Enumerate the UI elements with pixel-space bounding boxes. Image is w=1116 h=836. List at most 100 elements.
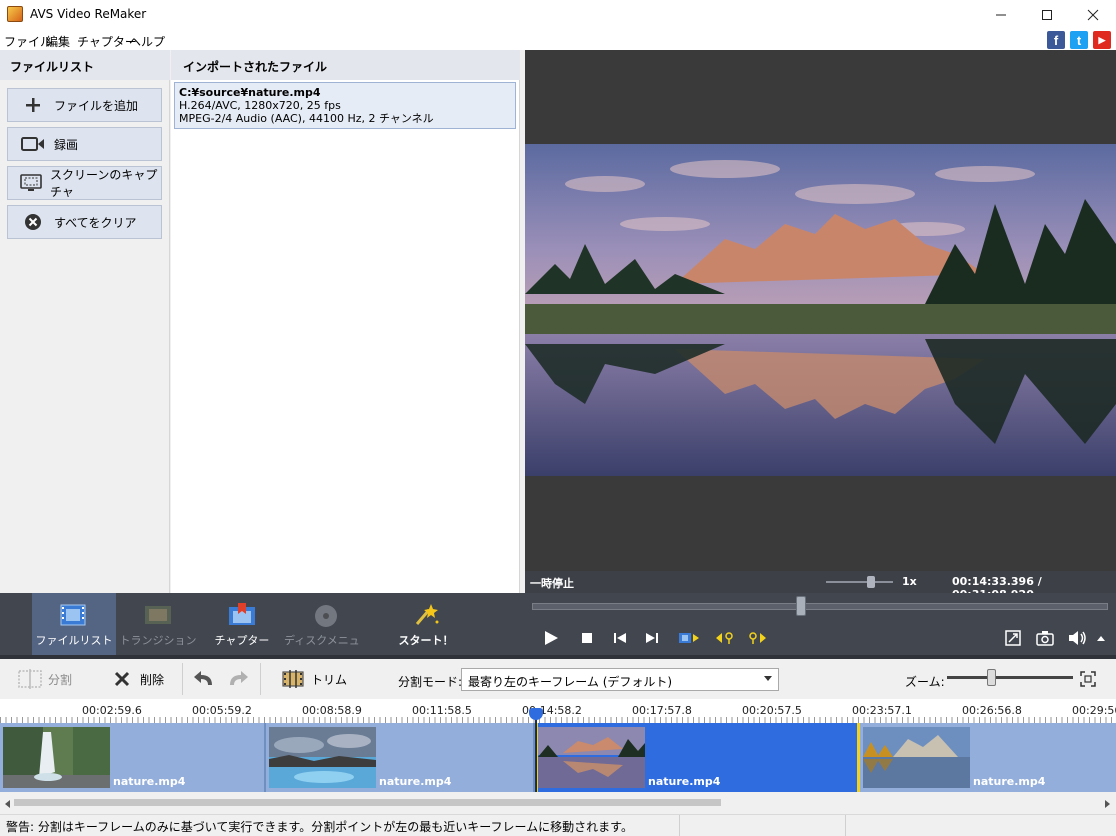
title-bar <box>0 0 1116 30</box>
film-icon <box>59 602 89 628</box>
playhead-line[interactable] <box>535 711 537 793</box>
timeline-clip[interactable]: nature.mp4 <box>266 723 535 792</box>
plus-icon <box>20 95 46 115</box>
maximize-button[interactable] <box>1024 0 1070 30</box>
screen-capture-label: スクリーンのキャプチャ <box>50 168 158 199</box>
scrollbar-thumb[interactable] <box>14 799 721 806</box>
ruler-tick: 00:26:56.8 <box>962 704 1022 717</box>
tab-file-list-label: ファイルリスト <box>35 634 113 647</box>
undo-button[interactable] <box>192 667 222 691</box>
volume-expand-button[interactable] <box>1092 627 1110 649</box>
timeline-clip[interactable]: nature.mp4 <box>0 723 266 792</box>
playback-state: 一時停止 <box>530 577 574 590</box>
split-icon <box>18 668 42 690</box>
imported-file-item[interactable]: C:¥source¥nature.mp4 H.264/AVC, 1280x720… <box>174 82 516 129</box>
stop-button[interactable] <box>576 627 598 649</box>
undo-icon <box>192 668 216 690</box>
tab-disc-menu[interactable]: ディスクメニュー <box>284 593 368 663</box>
previous-frame-button[interactable] <box>609 627 631 649</box>
chapter-icon <box>227 602 257 628</box>
video-frame <box>525 144 1116 476</box>
split-mode-select[interactable]: 最寄り左のキーフレーム (デフォルト) <box>461 668 779 691</box>
previous-keyframe-button[interactable] <box>714 627 736 649</box>
zoom-slider-track[interactable] <box>947 676 1073 679</box>
add-file-label: ファイルを追加 <box>54 98 139 113</box>
window-title: AVS Video ReMaker <box>30 7 147 21</box>
start-button[interactable]: スタート！ <box>384 593 468 655</box>
clear-all-button[interactable]: すべてをクリア <box>7 205 162 239</box>
clip-thumbnail <box>538 727 645 788</box>
tab-chapter[interactable]: チャプター <box>200 593 284 655</box>
chevron-up-icon <box>1097 636 1105 641</box>
ruler-tick: 00:29:56 <box>1072 704 1116 717</box>
youtube-icon[interactable]: ▶ <box>1093 31 1111 49</box>
screen-capture-button[interactable]: スクリーンのキャプチャ <box>7 166 162 200</box>
menu-edit[interactable]: 編集 <box>46 33 70 50</box>
scroll-right-button[interactable] <box>1104 798 1112 812</box>
go-to-chapter-button[interactable] <box>678 627 700 649</box>
zoom-slider-thumb[interactable] <box>987 669 997 686</box>
tab-chapter-label: チャプター <box>214 634 270 647</box>
menu-help[interactable]: ヘルプ <box>129 33 165 50</box>
fullscreen-button[interactable] <box>1002 627 1024 649</box>
chevron-left-icon <box>5 800 10 808</box>
edit-separator <box>182 663 183 695</box>
clip-name: nature.mp4 <box>379 775 452 788</box>
seek-thumb[interactable] <box>795 596 806 616</box>
play-button[interactable] <box>540 627 562 649</box>
clear-all-label: すべてをクリア <box>54 215 137 230</box>
trim-icon <box>281 668 305 690</box>
start-label: スタート！ <box>398 634 454 647</box>
snapshot-button[interactable] <box>1034 627 1056 649</box>
clear-icon <box>20 212 46 232</box>
camera-snapshot-icon <box>1036 631 1054 646</box>
trim-button[interactable]: トリム <box>281 667 347 691</box>
twitter-icon[interactable]: t <box>1070 31 1088 49</box>
menu-bar <box>0 30 1116 50</box>
menu-file[interactable]: ファイル <box>4 33 52 50</box>
next-keyframe-icon <box>749 632 766 644</box>
clip-name: nature.mp4 <box>113 775 186 788</box>
facebook-icon[interactable]: f <box>1047 31 1065 49</box>
split-button[interactable]: 分割 <box>18 667 72 691</box>
menu-chapter[interactable]: チャプター <box>77 33 137 50</box>
close-button[interactable] <box>1070 0 1116 30</box>
volume-button[interactable] <box>1067 627 1089 649</box>
next-icon <box>646 633 658 643</box>
clip-boundary-marker[interactable] <box>857 723 860 792</box>
split-mode-value: 最寄り左のキーフレーム (デフォルト) <box>468 675 673 689</box>
clip-thumbnail <box>3 727 110 788</box>
stop-icon <box>582 633 592 643</box>
speed-value: 1x <box>902 575 917 588</box>
fullscreen-icon <box>1005 630 1021 646</box>
fit-to-window-icon <box>1080 671 1096 687</box>
zoom-label: ズーム: <box>905 675 945 689</box>
status-separator <box>845 815 846 836</box>
file-audio-info: MPEG-2/4 Audio (AAC), 44100 Hz, 2 チャンネル <box>179 112 434 125</box>
speed-slider-thumb[interactable] <box>867 576 875 588</box>
seek-bar[interactable] <box>532 603 1108 610</box>
previous-keyframe-icon <box>716 632 733 644</box>
delete-button[interactable]: 削除 <box>110 667 164 691</box>
add-file-button[interactable]: ファイルを追加 <box>7 88 162 122</box>
speed-slider-track[interactable] <box>826 581 893 583</box>
volume-icon <box>1069 631 1086 645</box>
next-keyframe-button[interactable] <box>746 627 768 649</box>
record-label: 録画 <box>54 137 79 152</box>
next-frame-button[interactable] <box>641 627 663 649</box>
status-separator <box>679 815 680 836</box>
record-button[interactable]: 録画 <box>7 127 162 161</box>
zoom-fit-button[interactable] <box>1080 671 1096 687</box>
timeline-clip-selected[interactable]: nature.mp4 <box>535 723 860 792</box>
timeline-clip[interactable]: nature.mp4 <box>860 723 1116 792</box>
redo-button[interactable] <box>226 667 256 691</box>
minimize-button[interactable] <box>978 0 1024 30</box>
maximize-icon <box>1042 10 1052 20</box>
tab-file-list[interactable]: ファイルリスト <box>32 593 116 655</box>
tab-transition[interactable]: トランジション <box>116 593 200 655</box>
play-icon <box>545 631 558 645</box>
redo-icon <box>226 668 250 690</box>
ruler-tick: 00:02:59.6 <box>82 704 142 717</box>
scroll-left-button[interactable] <box>3 798 11 812</box>
delete-label: 削除 <box>140 672 165 687</box>
